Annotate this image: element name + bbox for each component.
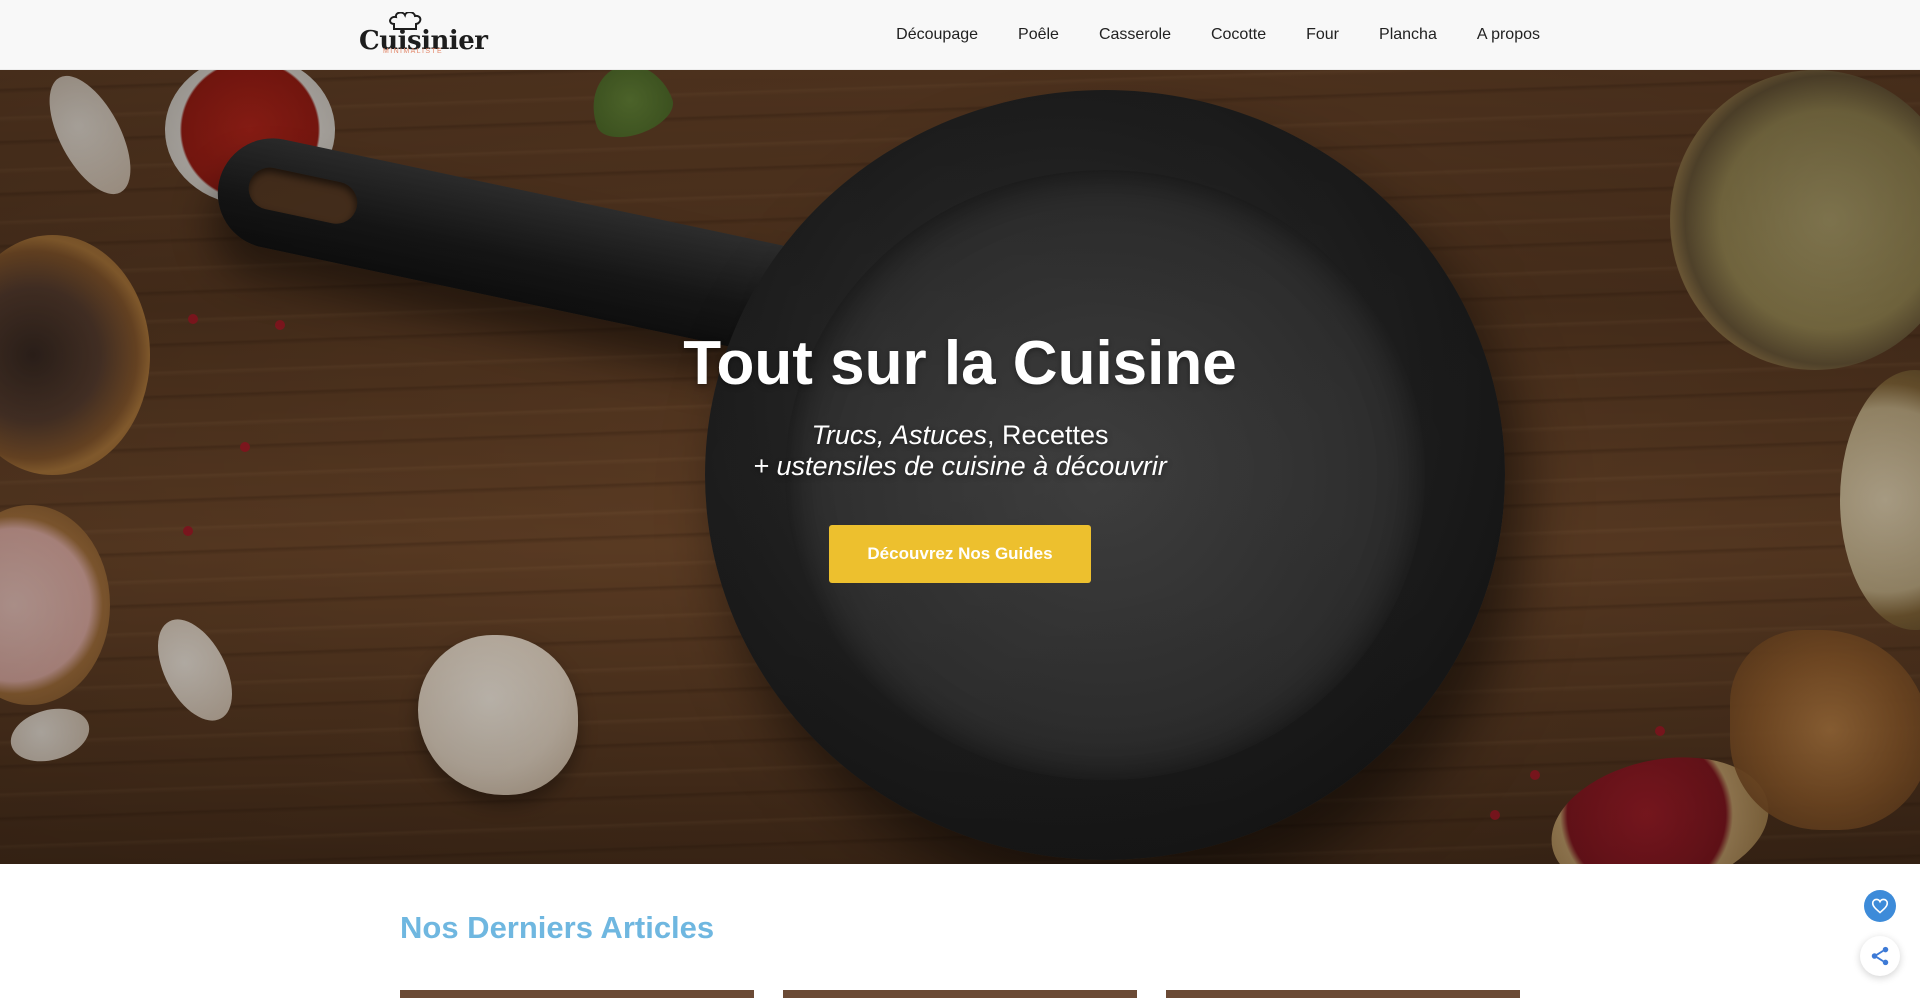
article-card-thumbnail[interactable]	[783, 990, 1137, 998]
nav-item-cocotte[interactable]: Cocotte	[1211, 26, 1266, 44]
share-button[interactable]	[1860, 936, 1900, 976]
main-nav: Découpage Poêle Casserole Cocotte Four P…	[896, 0, 1540, 70]
latest-articles-title: Nos Derniers Articles	[400, 910, 715, 945]
hero-subtitle-line2: + ustensiles de cuisine à découvrir	[753, 451, 1167, 481]
site-logo[interactable]: Cuisinier MINIMALISTE	[358, 12, 488, 58]
hero-title: Tout sur la Cuisine	[683, 329, 1237, 398]
nav-item-decoupage[interactable]: Découpage	[896, 26, 978, 44]
hero-content: Tout sur la Cuisine Trucs, Astuces, Rece…	[0, 70, 1920, 864]
nav-item-four[interactable]: Four	[1306, 26, 1339, 44]
discover-guides-button[interactable]: Découvrez Nos Guides	[829, 525, 1091, 583]
article-card-thumbnail[interactable]	[1166, 990, 1520, 998]
nav-item-poele[interactable]: Poêle	[1018, 26, 1059, 44]
share-icon	[1871, 946, 1889, 966]
nav-item-a-propos[interactable]: A propos	[1477, 26, 1540, 44]
hero-subtitle-recettes: , Recettes	[986, 420, 1109, 450]
article-card-thumbnail[interactable]	[400, 990, 754, 998]
nav-item-plancha[interactable]: Plancha	[1379, 26, 1437, 44]
nav-item-casserole[interactable]: Casserole	[1099, 26, 1171, 44]
logo-tagline: MINIMALISTE	[383, 48, 444, 55]
like-button[interactable]	[1864, 890, 1896, 922]
hero-subtitle-italic: Trucs, Astuces	[811, 420, 987, 450]
site-header: Cuisinier MINIMALISTE Découpage Poêle Ca…	[0, 0, 1920, 70]
hero-subtitle: Trucs, Astuces, Recettes + ustensiles de…	[0, 420, 1920, 482]
hero-banner: Tout sur la Cuisine Trucs, Astuces, Rece…	[0, 70, 1920, 864]
heart-icon	[1871, 898, 1889, 914]
